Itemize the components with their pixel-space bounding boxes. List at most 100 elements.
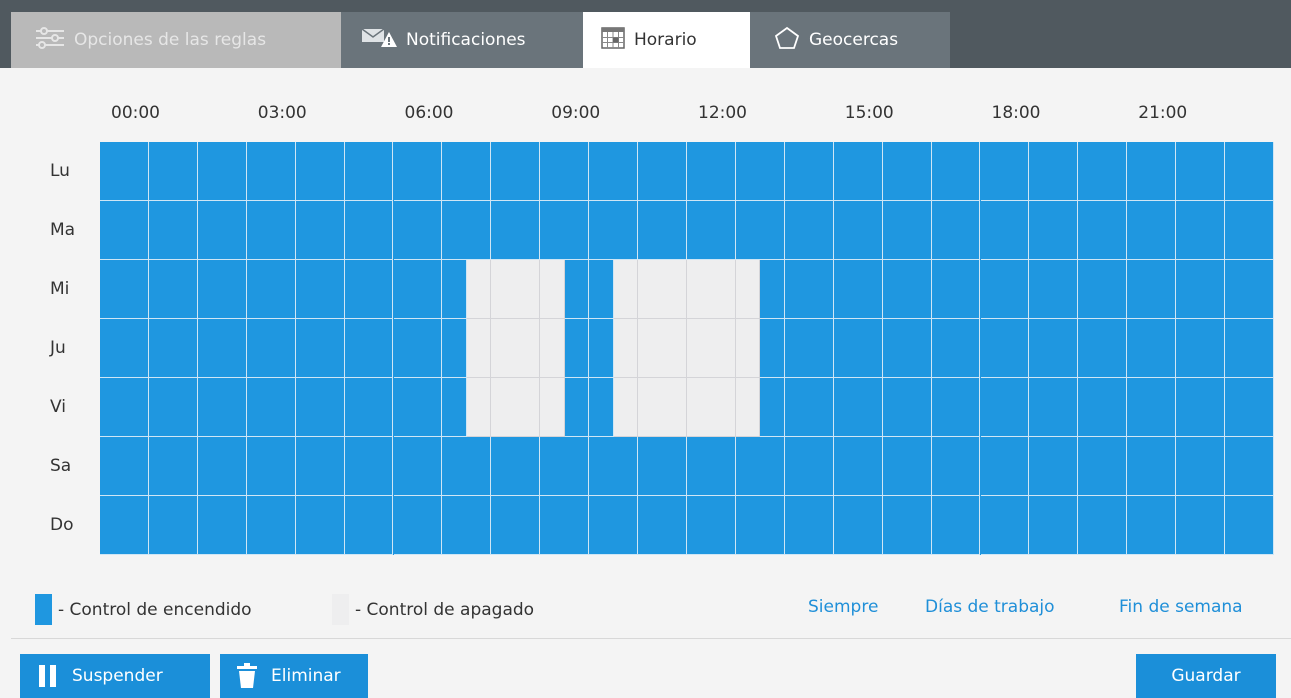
schedule-cell[interactable] xyxy=(246,201,296,260)
schedule-cell[interactable] xyxy=(1029,319,1079,378)
schedule-cell[interactable] xyxy=(882,260,932,319)
schedule-cell[interactable] xyxy=(100,378,149,437)
schedule-cell[interactable] xyxy=(148,142,198,201)
schedule-cell[interactable] xyxy=(148,260,198,319)
schedule-cell[interactable] xyxy=(442,142,492,201)
schedule-cell[interactable] xyxy=(1078,142,1128,201)
schedule-cell[interactable] xyxy=(882,437,932,496)
schedule-cell[interactable] xyxy=(442,496,492,555)
schedule-cell[interactable] xyxy=(589,319,614,378)
preset-dias-trabajo-link[interactable]: Días de trabajo xyxy=(925,597,1055,617)
schedule-cell[interactable] xyxy=(100,496,149,555)
schedule-cell[interactable] xyxy=(540,201,590,260)
schedule-cell[interactable] xyxy=(491,142,541,201)
schedule-cell[interactable] xyxy=(1225,260,1274,319)
schedule-cell[interactable] xyxy=(1127,378,1177,437)
schedule-cell[interactable] xyxy=(491,201,541,260)
schedule-cell[interactable] xyxy=(148,201,198,260)
schedule-cell[interactable] xyxy=(687,201,736,260)
schedule-cell[interactable] xyxy=(882,319,932,378)
schedule-cell[interactable] xyxy=(466,378,492,437)
schedule-cell[interactable] xyxy=(735,201,785,260)
tab-opciones[interactable]: Opciones de las reglas xyxy=(11,12,341,68)
schedule-cell[interactable] xyxy=(980,260,1030,319)
schedule-cell[interactable] xyxy=(687,496,736,555)
schedule-cell[interactable] xyxy=(442,260,467,319)
schedule-cell[interactable] xyxy=(148,378,198,437)
schedule-cell[interactable] xyxy=(442,437,492,496)
schedule-cell[interactable] xyxy=(393,142,443,201)
schedule-cell[interactable] xyxy=(295,260,345,319)
schedule-cell[interactable] xyxy=(735,319,761,378)
schedule-cell[interactable] xyxy=(980,142,1030,201)
schedule-cell[interactable] xyxy=(491,378,541,437)
schedule-cell[interactable] xyxy=(1078,496,1128,555)
schedule-cell[interactable] xyxy=(882,378,932,437)
schedule-cell[interactable] xyxy=(1176,496,1226,555)
schedule-cell[interactable] xyxy=(589,378,614,437)
schedule-cell[interactable] xyxy=(638,319,687,378)
schedule-cell[interactable] xyxy=(1078,201,1128,260)
schedule-cell[interactable] xyxy=(1029,437,1079,496)
schedule-cell[interactable] xyxy=(1127,260,1177,319)
schedule-cell[interactable] xyxy=(295,142,345,201)
schedule-cell[interactable] xyxy=(246,260,296,319)
schedule-cell[interactable] xyxy=(197,378,247,437)
preset-fin-semana-link[interactable]: Fin de semana xyxy=(1119,597,1243,617)
schedule-cell[interactable] xyxy=(980,319,1030,378)
schedule-cell[interactable] xyxy=(491,437,541,496)
schedule-cell[interactable] xyxy=(1176,319,1226,378)
schedule-cell[interactable] xyxy=(931,378,981,437)
schedule-cell[interactable] xyxy=(638,378,687,437)
schedule-cell[interactable] xyxy=(540,260,565,319)
schedule-cell[interactable] xyxy=(784,496,834,555)
schedule-cell[interactable] xyxy=(100,437,149,496)
schedule-cell[interactable] xyxy=(882,496,932,555)
schedule-cell[interactable] xyxy=(833,437,883,496)
schedule-cell[interactable] xyxy=(564,378,590,437)
schedule-cell[interactable] xyxy=(1176,437,1226,496)
schedule-cell[interactable] xyxy=(589,496,639,555)
schedule-cell[interactable] xyxy=(980,437,1030,496)
schedule-cell[interactable] xyxy=(100,201,149,260)
schedule-cell[interactable] xyxy=(1029,260,1079,319)
schedule-cell[interactable] xyxy=(784,142,834,201)
schedule-cell[interactable] xyxy=(1225,437,1274,496)
schedule-cell[interactable] xyxy=(246,142,296,201)
schedule-cell[interactable] xyxy=(295,496,345,555)
schedule-cell[interactable] xyxy=(784,260,834,319)
schedule-cell[interactable] xyxy=(1078,319,1128,378)
schedule-cell[interactable] xyxy=(1127,201,1177,260)
schedule-cell[interactable] xyxy=(1127,142,1177,201)
schedule-cell[interactable] xyxy=(344,378,394,437)
schedule-cell[interactable] xyxy=(1225,142,1274,201)
schedule-cell[interactable] xyxy=(687,319,736,378)
schedule-cell[interactable] xyxy=(1176,378,1226,437)
schedule-cell[interactable] xyxy=(540,437,590,496)
schedule-cell[interactable] xyxy=(980,496,1030,555)
schedule-cell[interactable] xyxy=(393,319,443,378)
schedule-cell[interactable] xyxy=(1127,319,1177,378)
schedule-cell[interactable] xyxy=(613,260,639,319)
schedule-cell[interactable] xyxy=(540,142,590,201)
tab-geocercas[interactable]: Geocercas xyxy=(750,12,950,68)
eliminar-button[interactable]: Eliminar xyxy=(220,654,368,698)
schedule-cell[interactable] xyxy=(393,496,443,555)
schedule-grid[interactable] xyxy=(100,142,1274,555)
schedule-cell[interactable] xyxy=(100,319,149,378)
schedule-cell[interactable] xyxy=(760,378,785,437)
schedule-cell[interactable] xyxy=(540,319,565,378)
schedule-cell[interactable] xyxy=(148,319,198,378)
guardar-button[interactable]: Guardar xyxy=(1136,654,1276,698)
schedule-cell[interactable] xyxy=(393,437,443,496)
schedule-cell[interactable] xyxy=(638,260,687,319)
schedule-cell[interactable] xyxy=(491,319,541,378)
schedule-cell[interactable] xyxy=(882,142,932,201)
schedule-cell[interactable] xyxy=(197,437,247,496)
schedule-cell[interactable] xyxy=(833,142,883,201)
schedule-cell[interactable] xyxy=(833,319,883,378)
schedule-cell[interactable] xyxy=(148,437,198,496)
tab-horario[interactable]: Horario xyxy=(583,12,750,68)
schedule-cell[interactable] xyxy=(735,378,761,437)
schedule-cell[interactable] xyxy=(344,260,394,319)
